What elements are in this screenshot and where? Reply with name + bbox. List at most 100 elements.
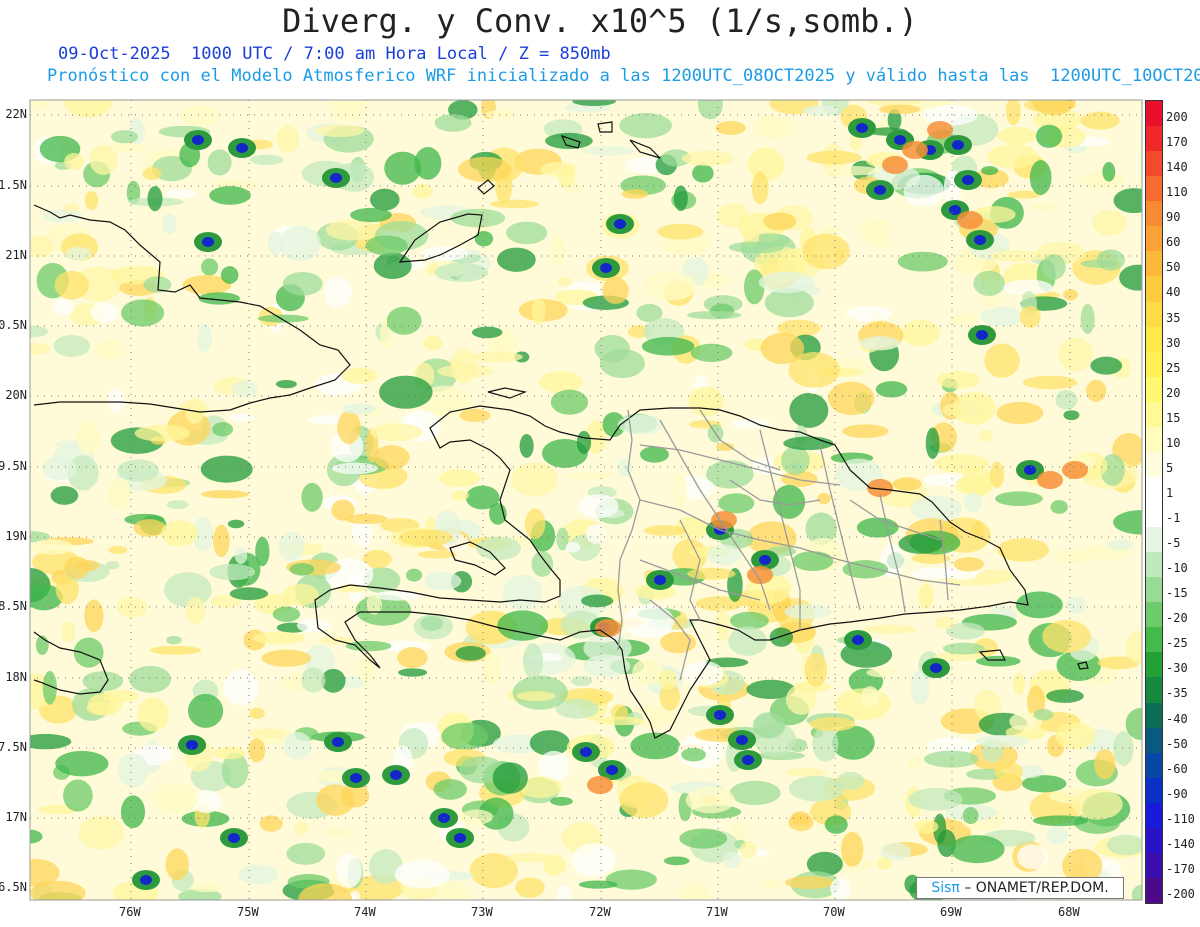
field-cell — [345, 640, 392, 652]
field-cell — [942, 642, 985, 655]
field-cell — [907, 755, 922, 771]
field-cell — [160, 520, 198, 547]
field-cell — [792, 551, 834, 572]
field-cell — [830, 877, 851, 900]
lat-label: 7.5N — [0, 740, 27, 754]
field-cell — [949, 205, 961, 215]
field-cell — [350, 207, 392, 223]
field-cell — [974, 235, 986, 245]
field-cell — [162, 213, 177, 235]
field-cell — [30, 343, 52, 355]
field-cell — [107, 477, 132, 510]
field-cell — [1042, 254, 1066, 280]
field-cell — [110, 130, 139, 144]
field-cell — [209, 563, 256, 581]
colorbar-label: 40 — [1166, 285, 1181, 300]
field-cell — [434, 262, 489, 283]
field-cell — [229, 413, 255, 422]
field-cell — [190, 882, 224, 893]
field-cell — [248, 738, 266, 763]
field-cell — [657, 669, 678, 690]
lat-label: 1.5N — [0, 178, 27, 192]
field-cell — [856, 123, 868, 133]
field-cell — [812, 726, 839, 762]
field-cell — [129, 665, 172, 693]
field-cell — [951, 313, 978, 326]
field-cell — [105, 560, 120, 570]
field-cell — [63, 100, 113, 118]
field-cell — [842, 424, 889, 439]
field-cell — [914, 819, 939, 834]
field-cell — [621, 189, 649, 199]
field-cell — [202, 237, 214, 247]
field-cell — [283, 731, 312, 760]
field-cell — [121, 299, 165, 327]
field-cell — [679, 881, 710, 900]
field-cell — [84, 191, 99, 211]
colorbar-segment — [1146, 602, 1162, 628]
field-cell — [957, 211, 983, 229]
colorbar-segment — [1146, 401, 1162, 427]
field-cell — [424, 572, 462, 591]
colorbar-segment — [1146, 502, 1162, 528]
field-cell — [515, 877, 545, 898]
field-cell — [231, 380, 258, 398]
field-cell — [640, 446, 669, 463]
field-cell — [672, 474, 688, 508]
field-cell — [89, 145, 118, 175]
field-cell — [439, 469, 480, 487]
field-cell — [187, 693, 224, 728]
colorbar — [1145, 100, 1163, 904]
field-cell — [64, 556, 90, 579]
field-cell — [1005, 100, 1021, 126]
colorbar-label: 90 — [1166, 210, 1181, 225]
colorbar-segment — [1146, 627, 1162, 653]
lat-label: 0.5N — [0, 318, 27, 332]
field-cell — [140, 875, 152, 885]
field-cell — [1086, 379, 1107, 402]
field-cell — [237, 864, 279, 885]
colorbar-segment — [1146, 652, 1162, 678]
field-cell — [1063, 289, 1078, 301]
colorbar-label: 200 — [1166, 110, 1188, 124]
colorbar-label: -10 — [1166, 561, 1188, 576]
field-cell — [962, 175, 974, 185]
field-cell — [784, 604, 832, 620]
field-cell — [379, 375, 433, 409]
field-cell — [1015, 591, 1063, 619]
colorbar-segment — [1146, 151, 1162, 177]
field-cell — [856, 517, 899, 538]
field-cell — [398, 668, 428, 677]
colorbar-segment — [1146, 852, 1162, 878]
field-cell — [901, 319, 940, 347]
field-cell — [1090, 356, 1123, 375]
lat-label: 17N — [5, 810, 27, 824]
lat-label: 19N — [5, 529, 27, 543]
field-cell — [65, 246, 91, 261]
field-cell — [213, 746, 246, 760]
field-cell — [587, 776, 613, 794]
field-cell — [784, 768, 827, 777]
field-cell — [278, 531, 305, 562]
field-cell — [1035, 124, 1063, 148]
field-cell — [417, 550, 457, 559]
field-cell — [952, 392, 996, 425]
field-cell — [1078, 171, 1126, 190]
field-cell — [209, 186, 251, 205]
field-cell — [455, 646, 486, 661]
field-cell — [459, 408, 491, 422]
field-cell — [606, 765, 618, 775]
field-cell — [660, 631, 697, 654]
field-cell — [282, 272, 323, 296]
field-cell — [923, 105, 978, 126]
field-cell — [828, 381, 875, 416]
field-cell — [373, 445, 410, 470]
credit-box: Sisπ – ONAMET/REP.DOM. — [916, 877, 1124, 899]
colorbar-label: -50 — [1166, 736, 1188, 751]
field-cell — [852, 635, 864, 645]
lon-label: 75W — [237, 905, 259, 919]
colorbar-label: 20 — [1166, 385, 1181, 400]
field-cell — [185, 596, 206, 625]
field-cell — [953, 557, 984, 572]
field-cell — [809, 716, 856, 732]
